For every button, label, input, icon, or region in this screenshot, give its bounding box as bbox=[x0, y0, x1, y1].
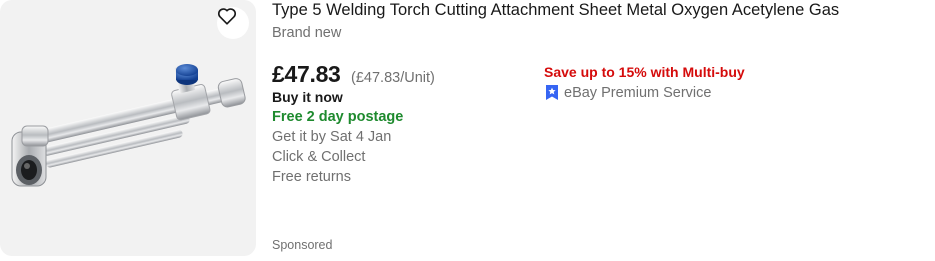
item-condition: Brand new bbox=[272, 25, 342, 41]
price-row: £47.83 (£47.83/Unit) bbox=[272, 61, 435, 88]
watch-button[interactable] bbox=[217, 7, 249, 39]
listing-card: Type 5 Welding Torch Cutting Attachment … bbox=[0, 0, 935, 261]
listing-title[interactable]: Type 5 Welding Torch Cutting Attachment … bbox=[272, 0, 932, 20]
premium-badge-icon bbox=[546, 85, 558, 100]
postage-info: Free 2 day postage bbox=[272, 109, 404, 125]
click-collect: Click & Collect bbox=[272, 149, 366, 165]
product-image[interactable] bbox=[0, 0, 256, 256]
premium-service: eBay Premium Service bbox=[544, 84, 711, 101]
heart-icon bbox=[217, 8, 237, 25]
returns-info: Free returns bbox=[272, 169, 351, 185]
listing-info: Type 5 Welding Torch Cutting Attachment … bbox=[272, 0, 932, 261]
delivery-estimate: Get it by Sat 4 Jan bbox=[272, 129, 392, 145]
multibuy-promo[interactable]: Save up to 15% with Multi-buy bbox=[544, 64, 745, 80]
unit-price: (£47.83/Unit) bbox=[351, 70, 435, 86]
item-price: £47.83 bbox=[272, 61, 341, 87]
premium-service-label: eBay Premium Service bbox=[564, 84, 712, 101]
sponsored-label: Sponsored bbox=[272, 238, 333, 252]
welding-torch-image bbox=[11, 64, 246, 187]
buying-format: Buy it now bbox=[272, 89, 343, 105]
